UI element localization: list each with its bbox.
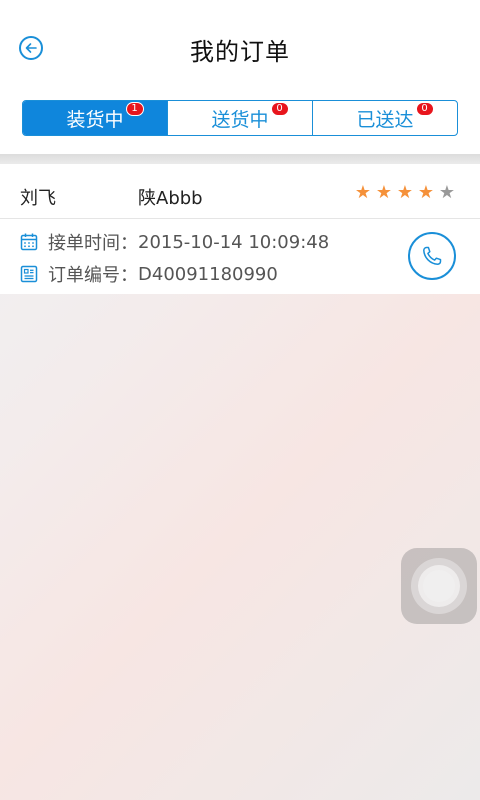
assistive-touch-outer-ring xyxy=(411,558,467,614)
phone-icon xyxy=(423,246,442,265)
tab-delivered-label: 已送达 0 xyxy=(356,101,434,132)
order-number-value: D40091180990 xyxy=(138,263,278,285)
order-card[interactable]: 刘飞 陕Abbb ★ ★ ★ ★ ★ 接单时间： 2015-10-14 10:09:48… xyxy=(0,164,480,294)
assistive-touch-button[interactable] xyxy=(401,548,477,624)
order-card-header: 刘飞 陕Abbb ★ ★ ★ ★ ★ xyxy=(0,164,480,219)
assistive-touch-mid-ring xyxy=(418,565,460,607)
driver-name: 刘飞 xyxy=(20,188,56,209)
calendar-icon xyxy=(20,233,38,251)
call-button[interactable] xyxy=(408,232,456,280)
tab-delivered[interactable]: 已送达 0 xyxy=(312,101,457,135)
tab-loading[interactable]: 装货中 1 xyxy=(23,101,167,135)
star-icon: ★ xyxy=(417,182,435,203)
star-icon: ★ xyxy=(396,182,414,203)
tab-loading-label: 装货中 1 xyxy=(66,101,144,132)
header: 我的订单 xyxy=(0,0,480,96)
assistive-touch-core xyxy=(423,570,455,602)
order-time-value: 2015-10-14 10:09:48 xyxy=(138,231,330,253)
order-number-label: 订单编号： xyxy=(48,265,138,286)
rating-stars: ★ ★ ★ ★ ★ xyxy=(354,184,456,202)
order-time-label: 接单时间： xyxy=(48,233,138,254)
order-time-row: 接单时间： 2015-10-14 10:09:48 xyxy=(20,229,329,255)
tab-delivered-badge: 0 xyxy=(415,101,434,116)
tab-delivering[interactable]: 送货中 0 xyxy=(167,101,312,135)
tab-bar-container: 装货中 1 送货中 0 已送达 0 xyxy=(0,96,480,154)
tab-delivering-badge: 0 xyxy=(270,101,289,116)
tab-loading-badge: 1 xyxy=(125,101,144,116)
star-icon: ★ xyxy=(375,182,393,203)
tab-delivering-label: 送货中 0 xyxy=(211,101,289,132)
order-number-row: 订单编号： D40091180990 xyxy=(20,261,278,287)
document-icon xyxy=(20,265,38,283)
page-title: 我的订单 xyxy=(190,38,290,66)
star-icon: ★ xyxy=(354,182,372,203)
vehicle-plate: 陕Abbb xyxy=(138,188,203,209)
section-divider xyxy=(0,154,480,164)
tab-bar: 装货中 1 送货中 0 已送达 0 xyxy=(22,100,458,136)
star-icon: ★ xyxy=(438,182,456,203)
